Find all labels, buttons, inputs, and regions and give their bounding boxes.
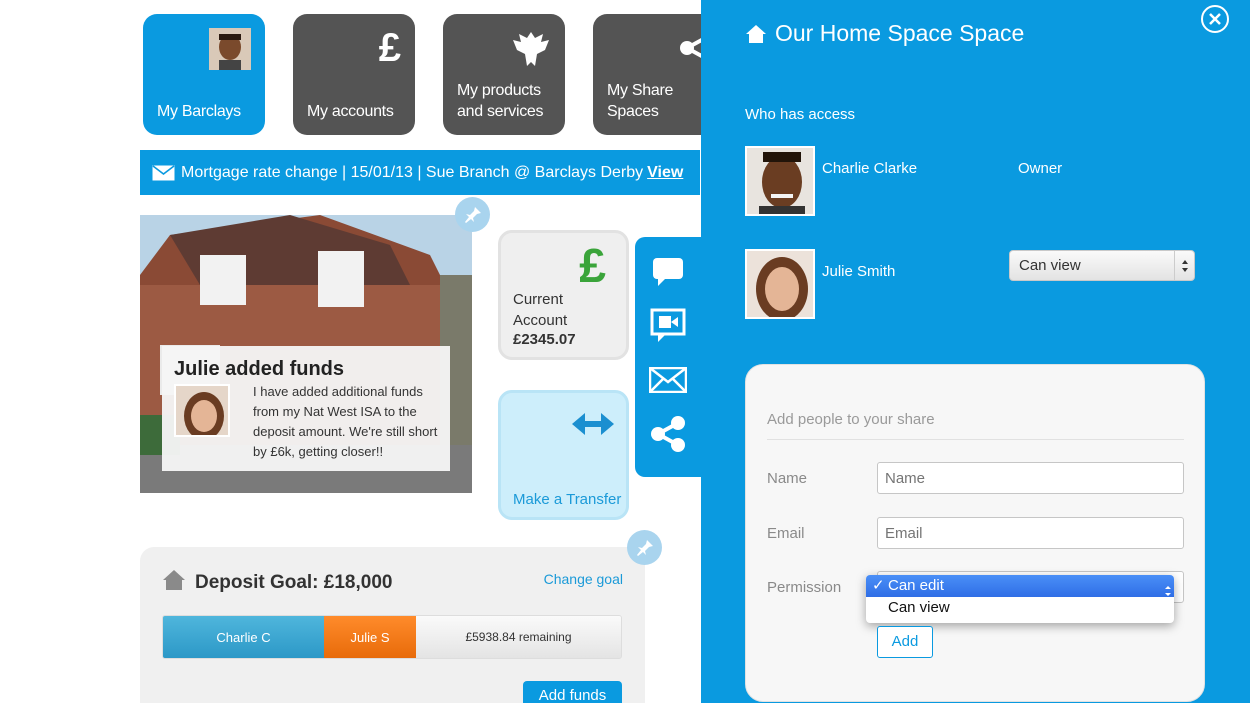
- current-account-tile[interactable]: £ Current Account £2345.07: [498, 230, 629, 360]
- tile-label-line2: Spaces: [607, 103, 659, 120]
- permission-dropdown[interactable]: ✓ Can edit Can view: [866, 575, 1174, 623]
- tile-label-line2: and services: [457, 103, 544, 120]
- close-icon[interactable]: [1201, 5, 1229, 33]
- name-label: Name: [767, 470, 808, 487]
- tile-label-line1: My Share: [607, 82, 674, 99]
- option-label: Can edit: [888, 577, 944, 594]
- message-bar: Mortgage rate change | 15/01/13 | Sue Br…: [140, 150, 700, 195]
- select-arrows-icon: [1174, 251, 1194, 280]
- add-button[interactable]: Add: [877, 626, 933, 658]
- who-has-access-label: Who has access: [745, 106, 856, 123]
- tile-my-share-spaces[interactable]: My Share Spaces: [593, 14, 716, 135]
- person-name: Charlie Clarke: [822, 160, 918, 177]
- checkmark-icon: ✓: [872, 577, 885, 594]
- email-icon[interactable]: [649, 361, 687, 399]
- segment-remaining: £5938.84 remaining: [416, 616, 621, 658]
- goal-title: Deposit Goal: £18,000: [195, 572, 393, 593]
- tile-label-line1: My products: [457, 82, 541, 99]
- option-can-view[interactable]: Can view: [866, 597, 1174, 619]
- make-transfer-tile[interactable]: Make a Transfer: [498, 390, 629, 520]
- pound-icon: £: [579, 240, 606, 293]
- tile-label: My Barclays: [157, 103, 241, 120]
- account-label-line1: Current: [513, 291, 564, 308]
- message-view-link[interactable]: View: [647, 164, 683, 182]
- segment-julie: Julie S: [324, 616, 416, 658]
- panel-title: Our Home Space Space: [745, 20, 1024, 47]
- pin-icon[interactable]: [627, 530, 662, 565]
- user-avatar: [209, 28, 251, 70]
- envelope-icon: [152, 164, 175, 181]
- home-icon: [745, 24, 767, 44]
- goal-progress-bar: Charlie C Julie S £5938.84 remaining: [162, 615, 622, 659]
- pin-icon[interactable]: [455, 197, 490, 232]
- tile-label: My accounts: [307, 103, 394, 120]
- share-icon[interactable]: [649, 415, 687, 453]
- tile-label: My Share Spaces: [607, 80, 673, 122]
- permission-label: Permission: [767, 579, 842, 596]
- name-input[interactable]: [877, 462, 1184, 494]
- email-input[interactable]: [877, 517, 1184, 549]
- activity-note: Julie added funds I have added additiona…: [162, 346, 450, 471]
- owner-label: Owner: [1018, 160, 1063, 177]
- tile-my-accounts[interactable]: £ My accounts: [293, 14, 415, 135]
- account-balance: £2345.07: [513, 331, 576, 348]
- form-divider: [767, 439, 1184, 440]
- julie-avatar: [745, 249, 815, 319]
- panel-title-text: Our Home Space Space: [775, 20, 1025, 46]
- add-funds-button[interactable]: Add funds: [523, 681, 622, 703]
- permission-select-julie[interactable]: Can view: [1009, 250, 1195, 281]
- julie-avatar: [174, 384, 230, 437]
- charlie-avatar: [745, 146, 815, 216]
- account-label-line2: Account: [513, 312, 568, 329]
- note-title: Julie added funds: [174, 358, 345, 380]
- person-name: Julie Smith: [822, 263, 896, 280]
- side-action-bar: [635, 237, 705, 477]
- chat-icon[interactable]: [649, 253, 687, 291]
- eagle-icon: [511, 28, 551, 75]
- deposit-goal-card: Deposit Goal: £18,000 Change goal Charli…: [140, 547, 645, 703]
- email-label: Email: [767, 525, 805, 542]
- option-can-edit[interactable]: ✓ Can edit: [866, 575, 1174, 597]
- transfer-label: Make a Transfer: [513, 491, 622, 508]
- tile-label: My products and services: [457, 80, 544, 122]
- form-heading: Add people to your share: [767, 411, 935, 428]
- message-text: Mortgage rate change | 15/01/13 | Sue Br…: [181, 163, 644, 181]
- tile-my-barclays[interactable]: My Barclays: [143, 14, 265, 135]
- account-label: Current Account: [513, 289, 567, 331]
- segment-charlie: Charlie C: [163, 616, 324, 658]
- note-text: I have added additional funds from my Na…: [253, 384, 438, 459]
- tile-my-products[interactable]: My products and services: [443, 14, 565, 135]
- pound-icon: £: [378, 26, 401, 70]
- home-icon: [162, 569, 186, 596]
- add-people-form: Add people to your share Name Email Perm…: [745, 364, 1205, 702]
- permission-select-value: Can view: [1019, 257, 1081, 274]
- video-chat-icon[interactable]: [649, 307, 687, 345]
- change-goal-link[interactable]: Change goal: [544, 571, 623, 587]
- share-space-panel: Our Home Space Space Who has access Char…: [701, 0, 1250, 703]
- transfer-arrows-icon: [572, 411, 614, 442]
- option-label: Can view: [888, 599, 950, 616]
